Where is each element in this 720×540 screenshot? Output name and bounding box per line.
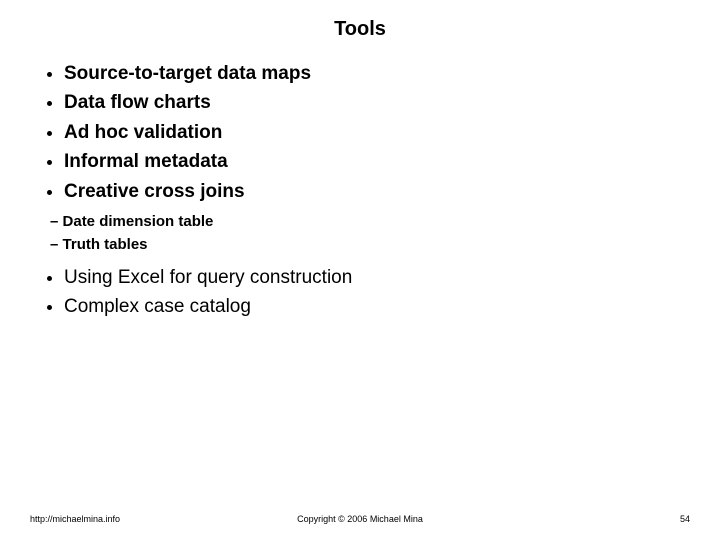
list-item: Complex case catalog bbox=[64, 292, 690, 321]
list-item: Source-to-target data maps bbox=[64, 59, 690, 88]
list-item: Ad hoc validation bbox=[64, 118, 690, 147]
footer-page-number: 54 bbox=[680, 514, 690, 524]
bullet-list-after: Using Excel for query construction Compl… bbox=[30, 263, 690, 322]
list-item: Using Excel for query construction bbox=[64, 263, 690, 292]
slide-content: Source-to-target data maps Data flow cha… bbox=[0, 41, 720, 322]
slide-title: Tools bbox=[0, 0, 720, 41]
list-item: Date dimension table bbox=[50, 210, 690, 233]
list-item: Data flow charts bbox=[64, 88, 690, 117]
bullet-list-main: Source-to-target data maps Data flow cha… bbox=[30, 59, 690, 206]
list-item: Informal metadata bbox=[64, 147, 690, 176]
list-item: Truth tables bbox=[50, 233, 690, 256]
footer-copyright: Copyright © 2006 Michael Mina bbox=[0, 514, 720, 524]
list-item: Creative cross joins bbox=[64, 177, 690, 206]
bullet-list-sub: Date dimension table Truth tables bbox=[30, 210, 690, 257]
